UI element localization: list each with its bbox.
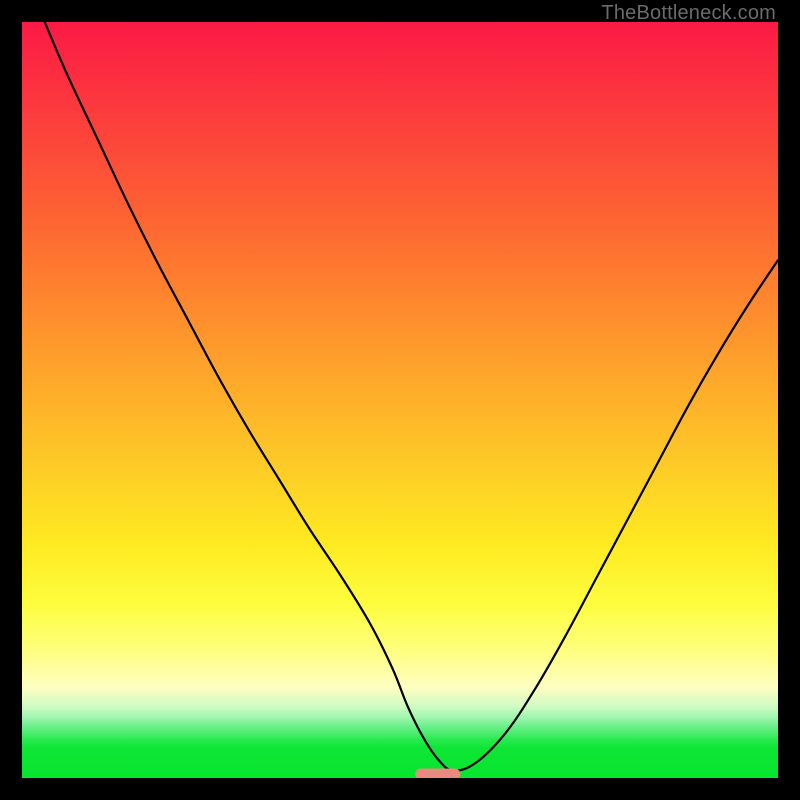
bottleneck-curve xyxy=(45,22,778,771)
chart-svg xyxy=(22,22,778,778)
plot-area xyxy=(22,22,778,778)
minimum-marker xyxy=(415,769,460,778)
chart-frame: TheBottleneck.com xyxy=(0,0,800,800)
